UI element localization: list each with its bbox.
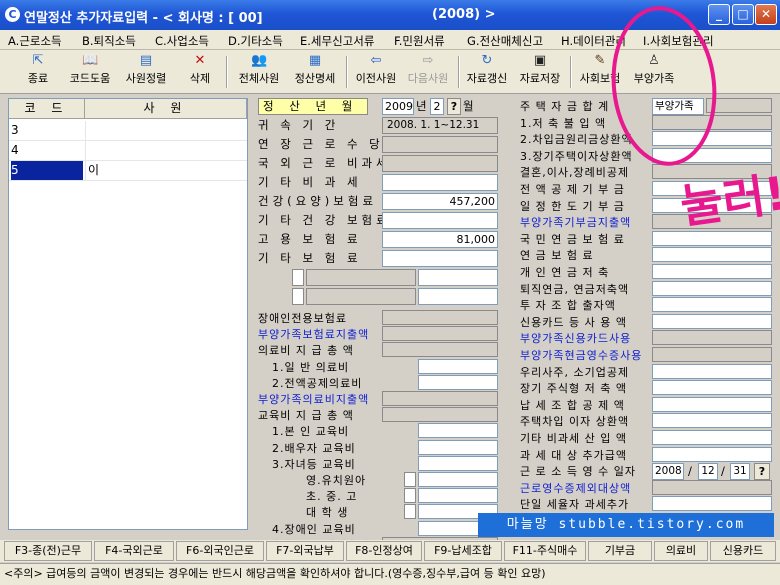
annotation-text: 눌러! — [677, 166, 780, 234]
annotation-overlay: 눌러! — [611, 6, 780, 234]
annotation-circle — [611, 6, 717, 166]
